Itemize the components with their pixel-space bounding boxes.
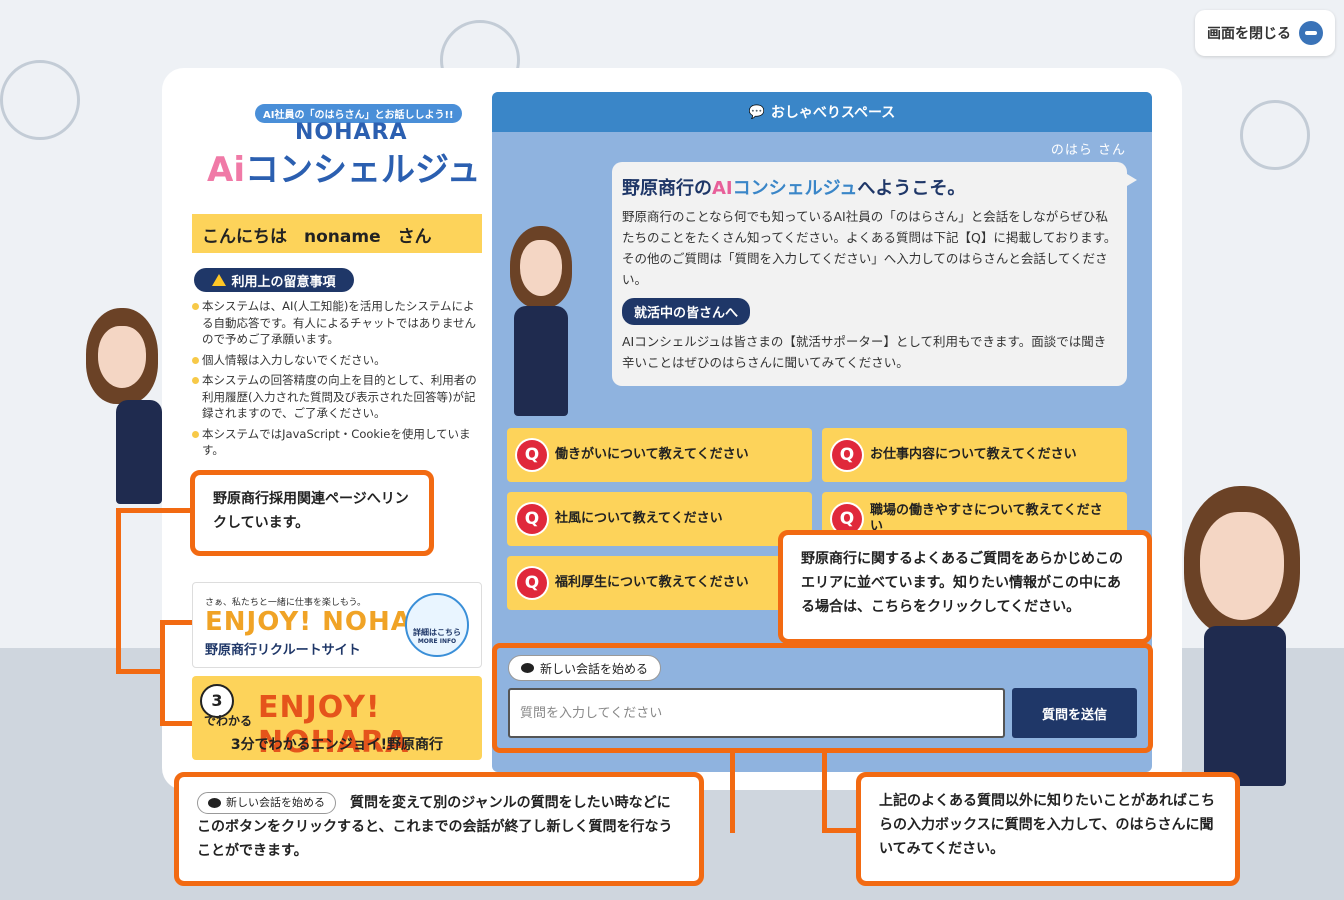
notice-list: 本システムは、AI(人工知能)を活用したシステムによる自動応答です。有人によるチ… xyxy=(192,298,484,463)
welcome-intro: 野原商行のことなら何でも知っているAI社員の「のはらさん」と会話をしながらぜひ私… xyxy=(622,209,1117,287)
nohara-avatar xyxy=(504,226,576,416)
chart-decoration xyxy=(1240,100,1310,170)
logo-concierge: コンシェルジュ xyxy=(244,150,481,190)
welcome-ai: AI xyxy=(712,178,733,199)
input-callout: 上記のよくある質問以外に知りたいことがあればこちらの入力ボックスに質問を入力して… xyxy=(856,772,1240,886)
welcome-heading: 野原商行のAIコンシェルジュへようこそ。 xyxy=(622,174,1117,200)
connector-line xyxy=(822,828,860,833)
q-icon: Q xyxy=(517,440,547,470)
user-greeting: こんにちは noname さん xyxy=(192,214,482,253)
connector-line xyxy=(116,508,194,513)
connector-line xyxy=(822,753,827,833)
concierge-figure-left xyxy=(82,308,166,504)
three-min-caption: 3分でわかるエンジョイ!野原商行 xyxy=(230,737,444,753)
faq-label: 社風について教えてください xyxy=(555,511,723,526)
notice-title: 利用上の留意事項 xyxy=(194,268,354,292)
more-info-en: MORE INFO xyxy=(417,638,457,645)
more-info-label: 詳細はこちら xyxy=(413,628,461,637)
welcome-post: へようこそ。 xyxy=(857,178,966,199)
connector-line xyxy=(160,620,192,625)
logo-ai: Ai xyxy=(207,150,245,190)
welcome-kon: コンシェルジュ xyxy=(732,178,858,199)
speech-bubble-icon xyxy=(208,798,221,808)
connector-line xyxy=(160,721,192,726)
three-minute-banner[interactable]: 3 でわかる ENJOY! NOHARA 3分でわかるエンジョイ!野原商行 xyxy=(192,676,482,760)
three-min-dewa: でわかる xyxy=(204,714,253,728)
logo-title: Aiコンシェルジュ xyxy=(207,142,481,191)
faq-callout: 野原商行に関するよくあるご質問をあらかじめこのエリアに並べています。知りたい情報… xyxy=(778,530,1152,644)
notice-item: 本システムではJavaScript・Cookieを使用しています。 xyxy=(192,426,484,459)
connector-line xyxy=(116,669,160,674)
q-icon: Q xyxy=(517,568,547,598)
recruit-site-label: 野原商行リクルートサイト xyxy=(205,643,361,658)
faq-item[interactable]: Q 社風について教えてください xyxy=(507,492,812,546)
welcome-pre: 野原商行の xyxy=(622,178,712,199)
concierge-figure-right xyxy=(1176,486,1310,786)
chat-header-title: おしゃべりスペース xyxy=(770,105,896,121)
faq-item[interactable]: Q お仕事内容について教えてください xyxy=(822,428,1127,482)
q-icon: Q xyxy=(517,504,547,534)
job-hunting-text: AIコンシェルジュは皆さまの【就活サポーター】として利用もできます。面談では聞き… xyxy=(622,334,1107,370)
recruit-site-banner[interactable]: さぁ、私たちと一緒に仕事を楽しもう。 ENJOY! NOHARA 野原商行リクル… xyxy=(192,582,482,668)
faq-label: 働きがいについて教えてください xyxy=(555,447,749,462)
connector-line xyxy=(730,753,735,833)
faq-item[interactable]: Q 働きがいについて教えてください xyxy=(507,428,812,482)
close-label: 画面を閉じる xyxy=(1207,26,1291,42)
chat-header: 💬 おしゃべりスペース xyxy=(492,92,1152,132)
nohara-ai-concierge-logo: AI社員の「のはらさん」とお話ししよう!! NOHARA Aiコンシェルジュ xyxy=(203,100,481,190)
connector-line xyxy=(116,508,121,674)
notice-title-text: 利用上の留意事項 xyxy=(231,274,336,290)
close-screen-button[interactable]: 画面を閉じる xyxy=(1195,10,1335,56)
new-conversation-callout: 新しい会話を始める 質問を変えて別のジャンルの質問をしたい時などにこのボタンをクリ… xyxy=(174,772,704,886)
welcome-message: 野原商行のAIコンシェルジュへようこそ。 野原商行のことなら何でも知っているAI… xyxy=(612,162,1137,386)
more-info-badge: 詳細はこちら MORE INFO xyxy=(405,593,469,657)
chip-label: 新しい会話を始める xyxy=(226,796,325,809)
q-icon: Q xyxy=(832,440,862,470)
links-callout: 野原商行採用関連ページへリンクしています。 xyxy=(190,470,434,556)
job-hunting-heading: 就活中の皆さんへ xyxy=(622,298,751,325)
new-conversation-chip: 新しい会話を始める xyxy=(197,792,336,814)
clock-decoration xyxy=(0,60,80,140)
faq-label: お仕事内容について教えてください xyxy=(870,447,1077,462)
minus-icon xyxy=(1299,21,1323,45)
faq-item[interactable]: Q 福利厚生について教えてください xyxy=(507,556,812,610)
notice-item: 本システムの回答精度の向上を目的として、利用者の利用履歴(入力された質問及び表示… xyxy=(192,372,484,422)
notice-item: 本システムは、AI(人工知能)を活用したシステムによる自動応答です。有人によるチ… xyxy=(192,298,484,348)
warning-icon xyxy=(212,274,227,286)
notice-item: 個人情報は入力しないでください。 xyxy=(192,352,484,369)
connector-line xyxy=(160,620,165,726)
input-area-highlight xyxy=(492,643,1153,753)
chat-bubbles-icon: 💬 xyxy=(748,104,765,120)
speaker-name: のはら さん xyxy=(1050,143,1126,158)
faq-label: 福利厚生について教えてください xyxy=(555,575,749,590)
